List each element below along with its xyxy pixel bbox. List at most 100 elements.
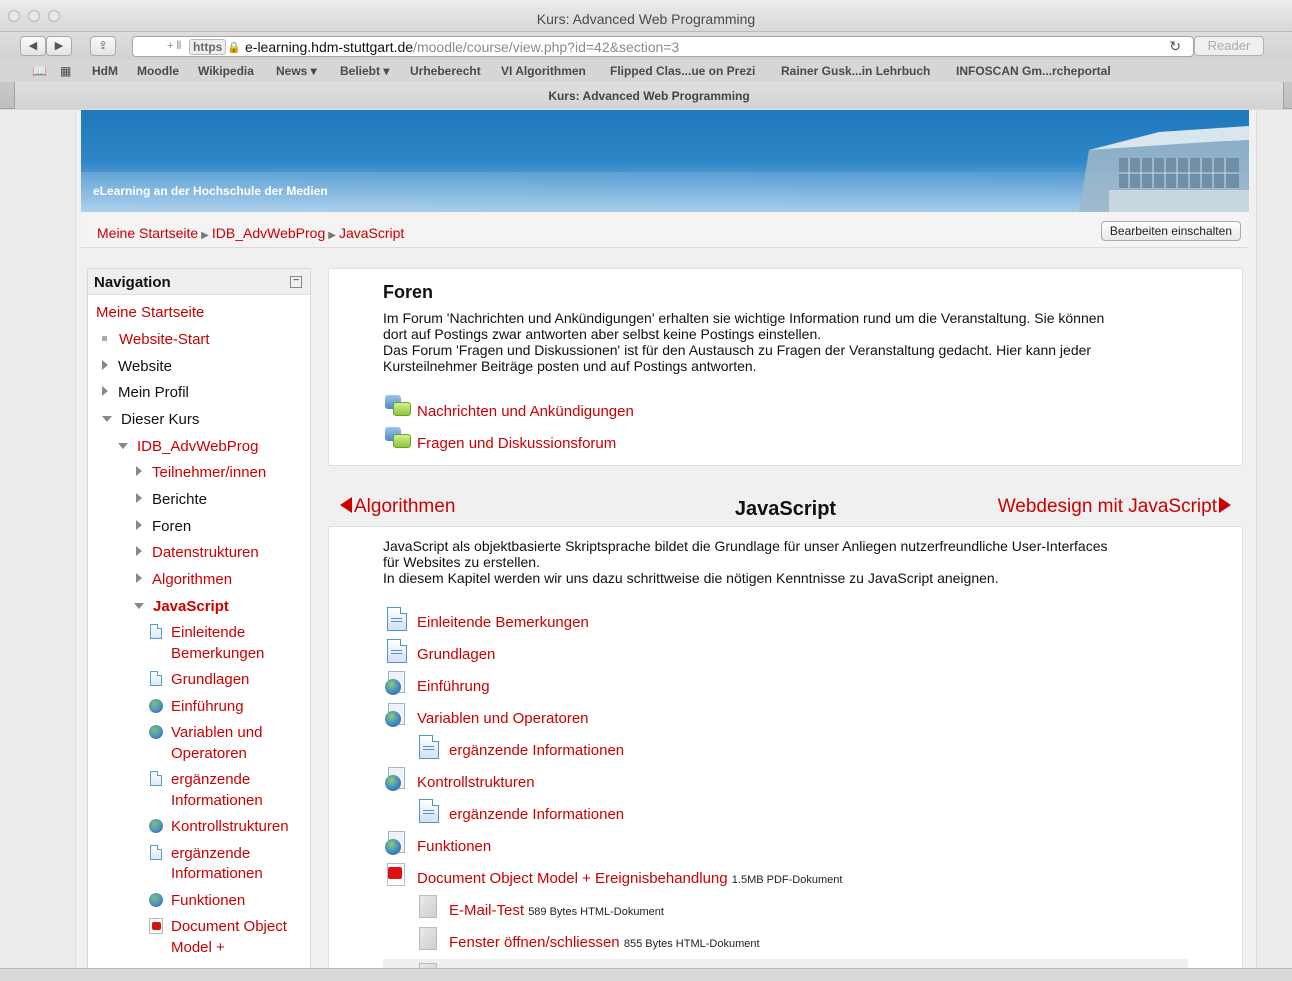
edit-mode-button[interactable]: Bearbeiten einschalten [1100,221,1241,241]
nav-variables-label[interactable]: Variablen und [171,723,262,743]
nav-supplementary-2-label[interactable]: ergänzende [171,844,250,864]
forum-discussion-link[interactable]: Fragen und Diskussionsforum [417,435,616,452]
breadcrumb-home[interactable]: Meine Startseite [97,225,198,241]
nav-my-home[interactable]: Meine Startseite [96,303,204,323]
top-sites-icon[interactable]: ▦ [60,64,71,78]
bookmark-item[interactable]: Wikipedia [198,64,254,78]
breadcrumb-course[interactable]: IDB_AdvWebProg [212,225,325,241]
nav-control-structures[interactable] [149,817,163,837]
nav-variables[interactable] [149,723,163,743]
nav-functions-label[interactable]: Funktionen [171,891,245,911]
activity-link[interactable]: ergänzende Informationen [449,806,624,823]
nav-supplementary-1-label[interactable]: ergänzende [171,770,250,790]
activity-link[interactable]: Variablen und Operatoren [417,710,589,727]
nav-introduction-label[interactable]: Einführung [171,697,244,717]
reading-list-icon[interactable]: 📖 [32,64,47,78]
url-globe-icon [385,703,407,730]
nav-participants[interactable]: Teilnehmer/innen [136,463,266,483]
expand-arrow-icon [102,360,108,370]
nav-site[interactable]: Website [102,357,172,377]
activity-link[interactable]: Einführung [417,678,490,695]
expand-arrow-icon [136,466,142,476]
add-bookmark-icon[interactable]: + ⦀ [167,40,181,53]
activity-link[interactable]: Funktionen [417,838,491,855]
activity-row-partial[interactable] [383,959,1188,968]
nav-site-home[interactable]: Website-Start [102,330,210,350]
nav-this-course[interactable]: Dieser Kurs [102,410,199,430]
nav-algorithms[interactable]: Algorithmen [136,570,232,590]
tab-active[interactable]: Kurs: Advanced Web Programming [14,82,1284,109]
nav-intro-remarks[interactable] [150,623,162,643]
navigation-block: Navigation − Meine Startseite Website-St… [87,268,311,968]
nav-intro-remarks-label-2[interactable]: Bemerkungen [171,644,264,664]
reload-icon[interactable]: ↻ [1169,38,1181,55]
url-globe-icon [385,831,407,858]
activity-link-email-test[interactable]: E-Mail-Test 589 Bytes HTML-Dokument [449,902,664,919]
url-text[interactable]: e-learning.hdm-stuttgart.de/moodle/cours… [245,39,679,55]
nav-supplementary-1[interactable] [150,770,162,790]
expand-arrow-icon [136,493,142,503]
https-badge: https [189,39,227,55]
nav-javascript[interactable]: JavaScript [134,597,229,617]
forum-news-link[interactable]: Nachrichten und Ankündigungen [417,403,634,420]
breadcrumb-section[interactable]: JavaScript [339,225,404,241]
file-meta: 855 Bytes HTML-Dokument [623,938,760,950]
nav-control-structures-label[interactable]: Kontrollstrukturen [171,817,289,837]
activity-link[interactable]: Grundlagen [417,646,495,663]
bookmark-item[interactable]: INFOSCAN Gm...rcheportal [956,64,1111,78]
bookmarks-bar: 📖 ▦ HdM Moodle Wikipedia News ▾ Beliebt … [0,60,1292,82]
expand-arrow-icon [136,573,142,583]
page-icon [419,735,439,762]
nav-basics-label[interactable]: Grundlagen [171,670,249,690]
bookmark-item[interactable]: Moodle [137,64,179,78]
section-javascript-summary: JavaScript als objektbasierte Skriptspra… [383,538,1108,586]
activity-link[interactable]: Kontrollstrukturen [417,774,535,791]
nav-dom-label-2[interactable]: Model + [171,938,225,958]
window-titlebar: Kurs: Advanced Web Programming [0,0,1292,32]
nav-supplementary-2[interactable] [150,844,162,864]
forward-button[interactable]: ▶ [46,36,72,56]
nav-basics[interactable] [150,670,162,690]
back-button[interactable]: ◀ [20,36,46,56]
address-bar[interactable]: + ⦀ https 🔒 e-learning.hdm-stuttgart.de/… [132,36,1194,57]
reader-button[interactable]: Reader [1194,36,1264,56]
bookmark-item[interactable]: Flipped Clas...ue on Prezi [610,64,755,78]
next-section-link[interactable]: Webdesign mit JavaScript [998,496,1231,518]
expand-arrow-icon [102,386,108,396]
nav-variables-label-2[interactable]: Operatoren [171,744,247,764]
share-button[interactable]: ⇪ [90,36,116,56]
bookmark-item[interactable]: News ▾ [276,64,317,78]
nav-dom-label[interactable]: Document Object [171,917,287,937]
activity-link[interactable]: Einleitende Bemerkungen [417,614,589,631]
breadcrumb-separator-icon: ▶ [201,230,209,241]
expand-arrow-icon [136,546,142,556]
bookmark-item[interactable]: Urheberecht [410,64,481,78]
nav-intro-remarks-label[interactable]: Einleitende [171,623,245,643]
nav-my-profile[interactable]: Mein Profil [102,383,189,403]
nav-dom[interactable] [149,917,163,937]
bookmark-item[interactable]: VI Algorithmen [501,64,586,78]
nav-functions[interactable] [149,891,163,911]
nav-supplementary-1-label-2[interactable]: Informationen [171,791,263,811]
nav-course[interactable]: IDB_AdvWebProg [118,437,258,457]
url-globe-icon [385,671,407,698]
activity-link-window[interactable]: Fenster öffnen/schliessen 855 Bytes HTML… [449,934,760,951]
nav-datastructures[interactable]: Datenstrukturen [136,543,259,563]
section-forums-title: Foren [383,282,434,302]
bookmark-item[interactable]: Rainer Gusk...in Lehrbuch [781,64,930,78]
activity-link-dom[interactable]: Document Object Model + Ereignisbehandlu… [417,870,842,887]
section-navigation: Algorithmen JavaScript Webdesign mit Jav… [328,496,1243,526]
nav-introduction[interactable] [149,697,163,717]
nav-supplementary-2-label-2[interactable]: Informationen [171,864,263,884]
nav-reports[interactable]: Berichte [136,490,207,510]
tab-title: Kurs: Advanced Web Programming [548,89,750,103]
forum-news-icon [385,395,411,422]
url-globe-icon [149,819,163,833]
bookmark-item[interactable]: HdM [92,64,118,78]
nav-forums[interactable]: Foren [136,517,191,537]
pdf-icon [149,918,163,934]
section-javascript: JavaScript als objektbasierte Skriptspra… [328,526,1243,968]
bookmark-item[interactable]: Beliebt ▾ [340,64,389,78]
activity-link[interactable]: ergänzende Informationen [449,742,624,759]
collapse-block-icon[interactable]: − [290,276,302,288]
